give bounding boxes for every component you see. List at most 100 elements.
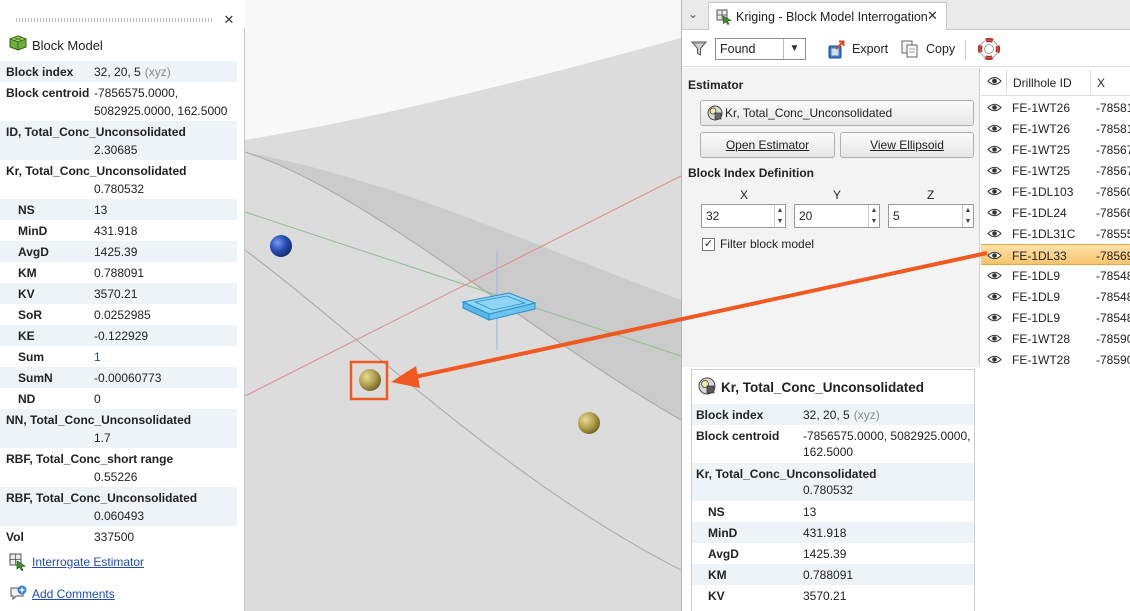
result-row: AvgD 1425.39 [692,543,974,564]
kriging-estimator-icon [698,377,716,395]
interrogate-estimator-link[interactable]: Interrogate Estimator [32,555,144,569]
scene-canvas[interactable] [245,0,681,611]
visibility-eye-icon[interactable] [987,144,1002,155]
visibility-eye-icon[interactable] [987,75,1002,87]
close-tab-button[interactable]: ✕ [927,8,938,24]
drillhole-row[interactable]: FE-1WT28 -78590 [981,328,1130,349]
copy-button[interactable]: Copy [900,38,956,60]
drillhole-sample-sphere[interactable] [578,412,600,434]
panel-titlebar[interactable]: ✕ [0,0,245,28]
view-ellipsoid-button[interactable]: View Ellipsoid [840,132,974,158]
property-label: AvgD [18,245,49,259]
property-label: KE [18,329,35,343]
property-label: KM [18,266,37,280]
visibility-eye-icon[interactable] [987,270,1002,281]
property-label: Sum [18,350,45,364]
result-label: AvgD [708,547,739,561]
spinner-arrows[interactable]: ▲ ▼ [868,205,879,227]
visibility-eye-icon[interactable] [987,123,1002,134]
property-label: Vol [6,530,24,544]
drillhole-row[interactable]: FE-1DL9 -78548 [981,286,1130,307]
drillhole-row[interactable]: FE-1WT26 -78581 [981,97,1130,118]
visibility-eye-icon[interactable] [987,186,1002,197]
column-divider[interactable] [1090,70,1091,94]
property-row: Sum 1 [0,346,237,367]
property-label: Block centroid [6,86,90,100]
drillhole-row-selected[interactable]: FE-1DL33 -78569 [981,244,1130,265]
visibility-eye-icon[interactable] [987,165,1002,176]
result-value: 431.918 [803,526,847,540]
export-button[interactable]: Export [826,38,888,60]
spinner-arrows[interactable]: ▲ ▼ [962,205,973,227]
visibility-eye-icon[interactable] [987,354,1002,365]
block-index-x-spinner[interactable]: 32 ▲ ▼ [701,204,786,228]
drillhole-row[interactable]: FE-1WT25 -78567 [981,139,1130,160]
property-row: RBF, Total_Conc_short range 0.55226 [0,448,237,487]
drillhole-x: -78590 [1096,353,1130,367]
result-label: Block centroid [696,429,780,443]
visibility-eye-icon[interactable] [987,228,1002,239]
result-title: Kr, Total_Conc_Unconsolidated [721,380,925,395]
kriging-estimator-icon [707,105,723,121]
interrogate-estimator-icon [9,553,27,571]
result-row: Block centroid -7856575.0000, 5082925.00… [692,425,974,463]
close-panel-button[interactable]: ✕ [220,12,238,28]
drillhole-row[interactable]: FE-1WT26 -78581 [981,118,1130,139]
result-label: NS [708,505,725,519]
result-label: KV [708,589,725,603]
drillhole-x: -78548 [1096,290,1130,304]
block-index-y-spinner[interactable]: 20 ▲ ▼ [794,204,880,228]
help-lifebuoy-icon[interactable] [978,38,1000,60]
column-header-drillhole-id[interactable]: Drillhole ID [1013,76,1072,90]
visibility-eye-icon[interactable] [987,291,1002,302]
result-value: 1425.39 [803,547,847,561]
drillhole-row[interactable]: FE-1DL31C -78555 [981,223,1130,244]
copy-label: Copy [926,42,956,56]
drillhole-row[interactable]: FE-1DL9 -78548 [981,265,1130,286]
estimator-select-label: Kr, Total_Conc_Unconsolidated [725,106,893,120]
visibility-eye-icon[interactable] [987,250,1002,261]
drillhole-row[interactable]: FE-1WT25 -78567 [981,160,1130,181]
drillhole-sample-sphere-selected[interactable] [359,369,381,391]
toolbar: Found ▼ Export Copy [682,31,1130,67]
drillhole-row[interactable]: FE-1DL24 -78566 [981,202,1130,223]
property-value: 0.060493 [94,509,145,523]
drillhole-x: -78555 [1096,227,1130,241]
drillhole-row[interactable]: FE-1DL103 -78560 [981,181,1130,202]
filter-select[interactable]: Found ▼ [715,38,806,60]
property-row: NN, Total_Conc_Unconsolidated 1.7 [0,409,237,448]
visibility-eye-icon[interactable] [987,312,1002,323]
result-row: MinD 431.918 [692,522,974,543]
drillhole-x: -78590 [1096,332,1130,346]
estimator-select-button[interactable]: Kr, Total_Conc_Unconsolidated [700,100,974,126]
tab-kriging-interrogation[interactable]: Kriging - Block Model Interrogation ✕ [708,2,947,30]
add-comments-link[interactable]: Add Comments [32,587,115,601]
drillhole-id: FE-1WT26 [1012,122,1071,136]
block-index-z-spinner[interactable]: 5 ▲ ▼ [888,204,974,228]
drillhole-row[interactable]: FE-1WT28 -78590 [981,349,1130,370]
result-row: NS 13 [692,501,974,522]
copy-icon [901,40,918,58]
property-row: RBF, Total_Conc_Unconsolidated 0.060493 [0,487,237,526]
visibility-eye-icon[interactable] [987,333,1002,344]
drillhole-id: FE-1DL31C [1012,227,1076,241]
chevron-down-icon[interactable]: ▼ [783,39,805,59]
spinner-arrows[interactable]: ▲ ▼ [774,205,785,227]
drillhole-row[interactable]: FE-1DL9 -78548 [981,307,1130,328]
open-estimator-button[interactable]: Open Estimator [700,132,835,158]
chevron-down-icon[interactable]: ⌄ [688,7,698,21]
drag-grip[interactable] [16,18,212,22]
drillhole-x: -78567 [1096,143,1130,157]
drillhole-sample-sphere[interactable] [270,235,292,257]
column-header-x[interactable]: X [1097,76,1105,90]
filter-block-model-checkbox[interactable]: ✓ [702,238,715,251]
result-value: 0.780532 [803,483,854,497]
axis-hint: (xyz) [144,65,171,79]
column-divider[interactable] [1006,70,1007,94]
toolbar-separator [965,40,966,60]
scene-viewport[interactable] [245,0,681,611]
visibility-eye-icon[interactable] [987,207,1002,218]
property-label: ND [18,392,36,406]
export-icon [828,40,845,59]
visibility-eye-icon[interactable] [987,102,1002,113]
